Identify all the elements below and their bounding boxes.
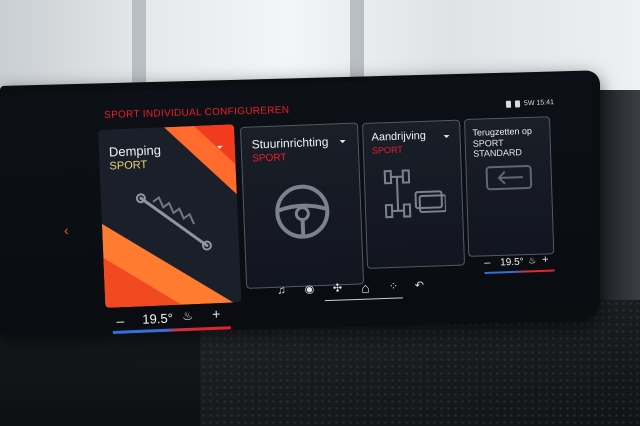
back-arrow-icon[interactable]: ‹	[64, 222, 69, 238]
chevron-down-icon[interactable]	[216, 145, 223, 150]
card-aandrijving[interactable]: Aandrijving SPORT	[362, 119, 466, 269]
climate-driver: – 19.5° ♨ +	[112, 306, 231, 334]
chevron-down-icon[interactable]	[443, 134, 450, 139]
card-value: SPORT	[371, 144, 403, 156]
card-title: Stuurinrichting	[251, 134, 329, 152]
reset-icon	[485, 165, 533, 191]
dashboard-shadow	[0, 330, 200, 426]
card-value: SPORT STANDARD	[472, 137, 523, 159]
card-value: SPORT	[109, 158, 148, 173]
card-value: SPORT	[252, 152, 287, 165]
battery-icon	[514, 100, 521, 108]
home-underline	[324, 297, 403, 302]
card-demping[interactable]: Demping SPORT	[98, 124, 242, 308]
temp-passenger[interactable]: 19.5°	[500, 257, 524, 269]
steering-wheel-icon	[275, 184, 330, 239]
temp-decrease-button[interactable]: –	[116, 313, 124, 329]
temp-increase-button[interactable]: +	[212, 306, 221, 322]
drivetrain-icon	[383, 169, 447, 219]
temp-increase-button[interactable]: +	[542, 254, 549, 266]
seat-heating-icon[interactable]: ♨	[528, 255, 536, 266]
dashboard-side	[596, 90, 640, 320]
card-title: Demping	[108, 142, 162, 160]
bottom-navbar: ♫ ◉ ✣ ⌂ ⁘ ↶	[270, 270, 431, 306]
fan-icon[interactable]: ✣	[328, 279, 347, 298]
card-title: Terugzetten op	[472, 125, 533, 138]
temp-decrease-button[interactable]: –	[484, 257, 491, 269]
card-title: Aandrijving	[371, 129, 427, 144]
card-stuurinrichting[interactable]: Stuurinrichting SPORT	[240, 122, 365, 289]
card-decoration	[193, 124, 236, 166]
music-icon[interactable]: ♫	[272, 281, 291, 300]
card-reset[interactable]: Terugzetten op SPORT STANDARD	[464, 116, 555, 257]
temp-driver[interactable]: 19.5°	[142, 311, 173, 327]
media-icon[interactable]: ◉	[300, 280, 319, 299]
seat-heating-icon[interactable]: ♨	[182, 309, 193, 323]
shock-absorber-icon	[135, 193, 212, 251]
home-icon[interactable]: ⌂	[356, 278, 375, 297]
phone-icon	[505, 100, 512, 108]
chevron-down-icon[interactable]	[339, 139, 346, 144]
climate-passenger: – 19.5° ♨ +	[484, 254, 555, 275]
card-decoration	[103, 254, 182, 308]
back-icon[interactable]: ↶	[410, 276, 429, 295]
apps-icon[interactable]: ⁘	[384, 277, 403, 296]
status-text: 5W 15:41	[523, 99, 555, 108]
